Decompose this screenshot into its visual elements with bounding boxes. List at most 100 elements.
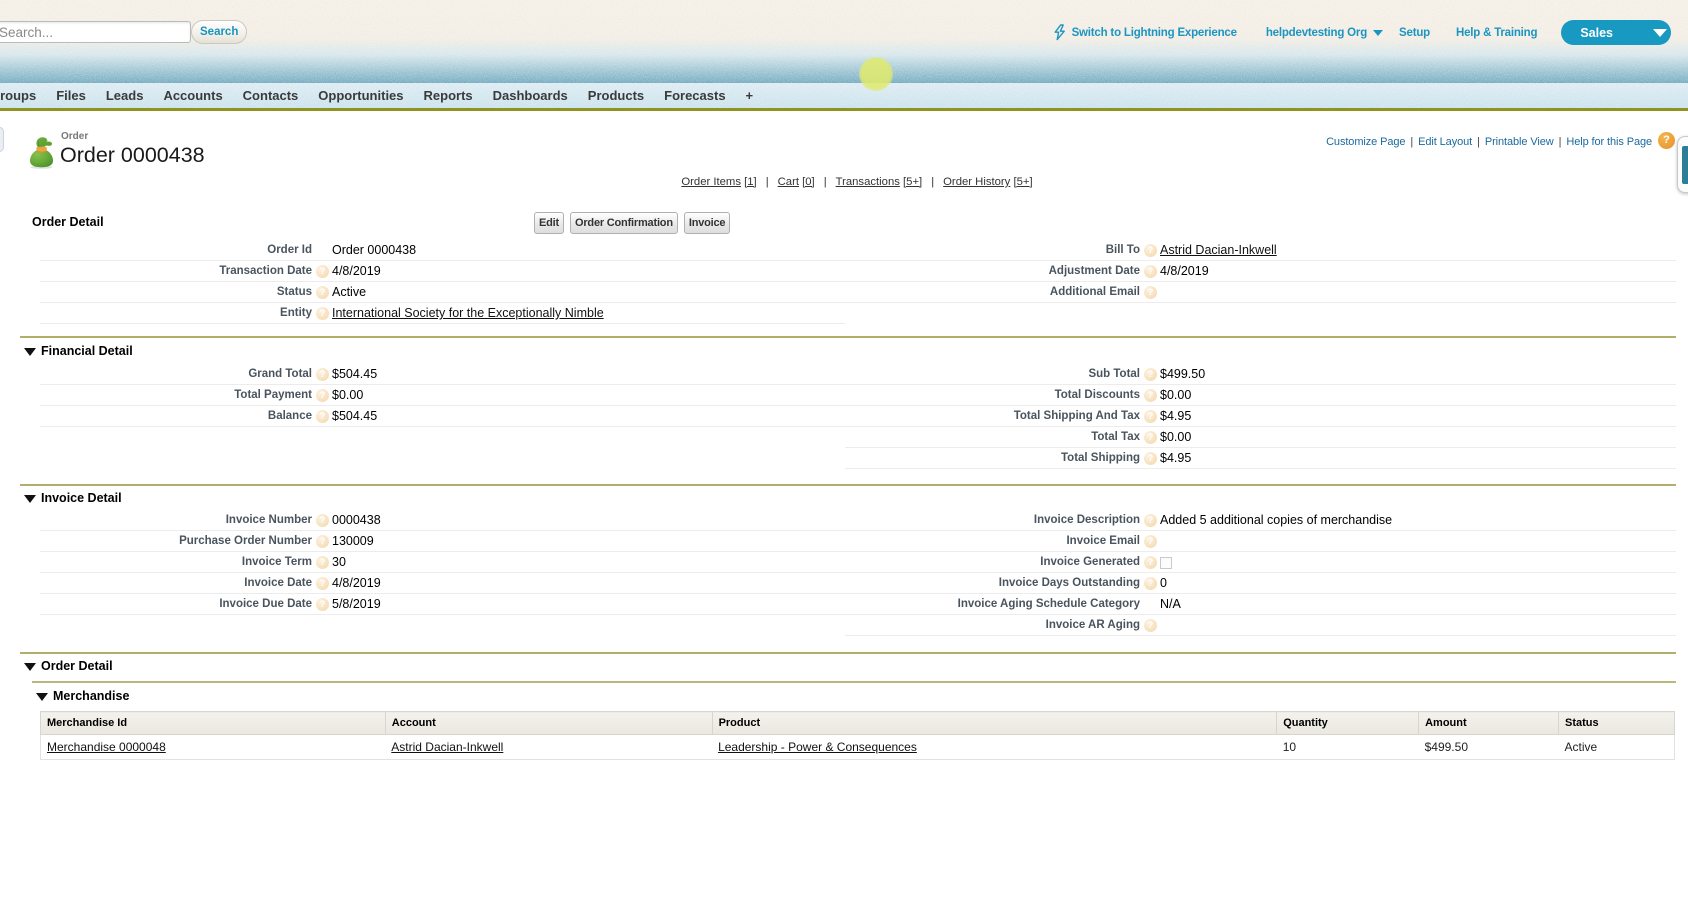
field-label: Balance [40,410,312,422]
tab-add[interactable]: + [746,88,754,103]
sidebar-collapse-handle[interactable] [0,127,4,152]
field-help-icon[interactable]: ? [316,265,329,278]
field-row: Adjustment Date?4/8/2019 [845,261,1676,282]
org-menu[interactable]: helpdevtesting Org [1266,27,1367,39]
field-help-icon[interactable]: ? [1144,535,1157,548]
tab-groups[interactable]: Groups [0,88,36,103]
table-cell-link[interactable]: Merchandise 0000048 [47,740,166,754]
help-training-link[interactable]: Help & Training [1456,27,1537,39]
field-label: Total Shipping [845,452,1140,464]
merchandise-heading[interactable]: Merchandise [36,689,129,703]
quick-link-order-items[interactable]: Order Items [681,176,741,188]
tab-files[interactable]: Files [56,88,86,103]
field-help-icon[interactable]: ? [1144,286,1157,299]
customize-page-link[interactable]: Customize Page [1326,136,1405,148]
field-label: Bill To [845,244,1140,256]
field-help-icon[interactable]: ? [1144,265,1157,278]
field-help-icon[interactable]: ? [316,598,329,611]
invoice-detail-heading[interactable]: Invoice Detail [24,491,122,505]
tab-forecasts[interactable]: Forecasts [664,88,725,103]
field-value: $0.00 [1159,388,1191,402]
field-help-icon[interactable]: ? [1144,368,1157,381]
field-help-icon[interactable]: ? [316,368,329,381]
field-row: Invoice Term?30 [40,552,845,573]
help-orb-slot: ? [312,598,331,611]
help-orb-slot: ? [1140,431,1159,444]
field-label: Invoice Due Date [40,598,312,610]
order-confirmation-button[interactable]: Order Confirmation [570,212,678,234]
field-help-icon[interactable]: ? [316,286,329,299]
field-label: Invoice Days Outstanding [845,577,1140,589]
column-header-status[interactable]: Status [1559,712,1675,735]
field-help-icon[interactable]: ? [1144,577,1157,590]
top-header: Search Switch to Lightning Experience he… [0,0,1688,111]
setup-link[interactable]: Setup [1399,27,1430,39]
invoice-section-rule [20,484,1676,486]
quick-link-cart[interactable]: Cart [778,176,799,188]
field-help-icon[interactable]: ? [1144,619,1157,632]
switch-to-lightning-link[interactable]: Switch to Lightning Experience [1072,27,1237,39]
printable-view-link[interactable]: Printable View [1485,136,1554,148]
order-detail-heading: Order Detail [32,215,104,229]
field-help-icon[interactable]: ? [1144,410,1157,423]
tab-products[interactable]: Products [588,88,644,103]
field-help-icon[interactable]: ? [1144,556,1157,569]
field-row: Sub Total?$499.50 [845,364,1676,385]
field-value: 30 [331,555,346,569]
quick-link-transactions[interactable]: Transactions [836,176,900,188]
tab-strip-rule [0,108,1688,111]
tab-opportunities[interactable]: Opportunities [318,88,403,103]
tab-reports[interactable]: Reports [424,88,473,103]
field-row: Invoice Aging Schedule CategoryN/A [845,594,1676,615]
field-row: Total Discounts?$0.00 [845,385,1676,406]
field-help-icon[interactable]: ? [1144,389,1157,402]
field-label: Entity [40,307,312,319]
tab-dashboards[interactable]: Dashboards [493,88,568,103]
field-help-icon[interactable]: ? [316,307,329,320]
field-help-icon[interactable]: ? [316,514,329,527]
field-help-icon[interactable]: ? [1144,431,1157,444]
tab-contacts[interactable]: Contacts [243,88,299,103]
table-cell-link[interactable]: Astrid Dacian-Inkwell [391,740,503,754]
field-value: 4/8/2019 [331,576,381,590]
app-menu-button[interactable]: Sales [1561,20,1671,45]
help-for-this-page-link[interactable]: Help for this Page [1566,136,1652,148]
page-help-icon[interactable]: ? [1658,132,1675,149]
table-cell-link[interactable]: Leadership - Power & Consequences [718,740,917,754]
financial-detail-heading[interactable]: Financial Detail [24,344,133,358]
field-label: Invoice AR Aging [845,619,1140,631]
field-value-link[interactable]: International Society for the Exceptiona… [332,306,604,320]
column-header-merchandise-id[interactable]: Merchandise Id [41,712,386,735]
org-menu-caret-icon[interactable] [1373,30,1383,36]
field-help-icon[interactable]: ? [316,410,329,423]
separator: | [1410,136,1413,148]
field-row: Invoice Description?Added 5 additional c… [845,510,1676,531]
edit-layout-link[interactable]: Edit Layout [1418,136,1472,148]
separator: | [824,176,827,188]
invoice-button[interactable]: Invoice [684,212,731,234]
column-header-account[interactable]: Account [385,712,712,735]
field-help-icon[interactable]: ? [1144,244,1157,257]
help-orb-slot: ? [312,514,331,527]
column-header-quantity[interactable]: Quantity [1277,712,1419,735]
field-help-icon[interactable]: ? [316,577,329,590]
field-help-icon[interactable]: ? [316,556,329,569]
field-help-icon[interactable]: ? [316,389,329,402]
search-button[interactable]: Search [191,20,247,44]
field-value: $4.95 [1159,409,1191,423]
field-help-icon[interactable]: ? [1144,452,1157,465]
quick-link-order-history[interactable]: Order History [943,176,1010,188]
field-value-link[interactable]: Astrid Dacian-Inkwell [1160,243,1277,257]
column-header-amount[interactable]: Amount [1419,712,1559,735]
header-links: Switch to Lightning Experience helpdevte… [1053,20,1671,45]
search-input[interactable] [0,21,191,43]
related-order-detail-heading[interactable]: Order Detail [24,659,113,673]
tab-leads[interactable]: Leads [106,88,144,103]
tab-accounts[interactable]: Accounts [163,88,222,103]
field-help-icon[interactable]: ? [316,535,329,548]
help-orb-slot: ? [1140,514,1159,527]
column-header-product[interactable]: Product [712,712,1277,735]
field-help-icon[interactable]: ? [1144,514,1157,527]
field-row: Total Payment?$0.00 [40,385,845,406]
edit-button[interactable]: Edit [534,212,564,234]
